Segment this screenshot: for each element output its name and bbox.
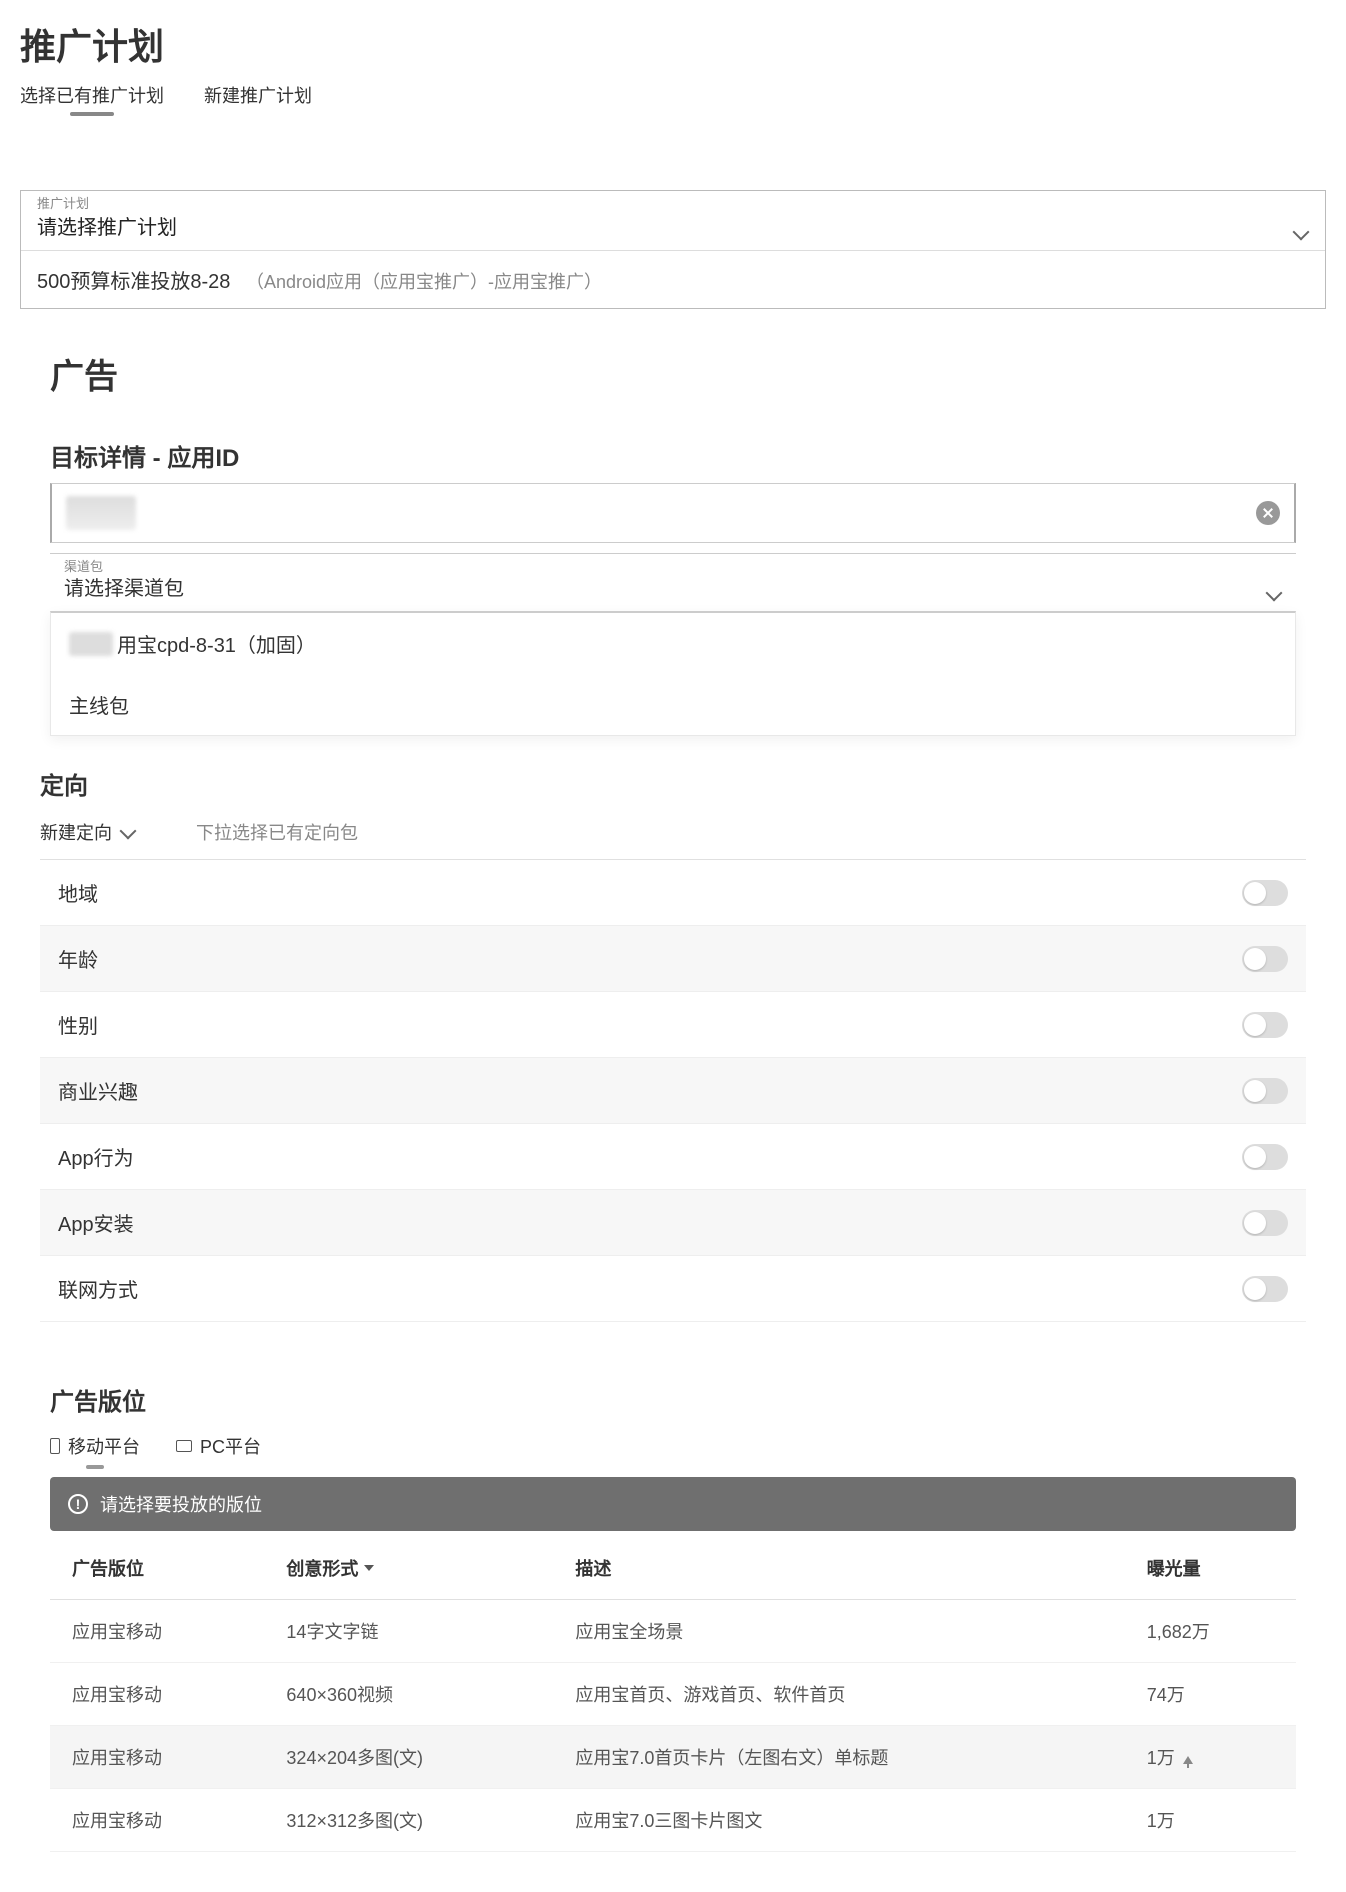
target-label: 年龄 [58, 944, 98, 973]
tab-existing-plan[interactable]: 选择已有推广计划 [20, 82, 164, 108]
cell-desc: 应用宝7.0三图卡片图文 [553, 1789, 1124, 1852]
cell-exposure: 1,682万 [1125, 1600, 1296, 1663]
ad-section-title: 广告 [50, 349, 1296, 398]
cell-slot: 应用宝移动 [50, 1600, 264, 1663]
chevron-down-icon [1295, 226, 1309, 240]
cell-exposure: 74万 [1125, 1663, 1296, 1726]
clear-button[interactable] [1256, 501, 1280, 525]
col-creative-label: 创意形式 [286, 1555, 358, 1581]
cell-creative: 324×204多图(文) [264, 1726, 553, 1789]
channel-label: 渠道包 [64, 556, 103, 575]
sort-down-icon [364, 1565, 374, 1571]
new-targeting-label: 新建定向 [40, 819, 112, 845]
platform-tab-label: PC平台 [200, 1433, 261, 1459]
plan-select-label: 推广计划 [37, 193, 89, 212]
table-row[interactable]: 应用宝移动 14字文字链 应用宝全场景 1,682万 [50, 1600, 1296, 1663]
target-row-age: 年龄 [40, 926, 1306, 992]
cell-slot: 应用宝移动 [50, 1789, 264, 1852]
info-icon: ! [68, 1494, 88, 1514]
col-creative[interactable]: 创意形式 [264, 1537, 553, 1600]
cell-creative: 640×360视频 [264, 1663, 553, 1726]
target-label: 性别 [58, 1010, 98, 1039]
up-arrow-icon [1183, 1756, 1193, 1764]
cell-slot: 应用宝移动 [50, 1663, 264, 1726]
toggle-app-behavior[interactable] [1242, 1144, 1288, 1170]
target-label: App行为 [58, 1142, 134, 1171]
plan-option[interactable]: 500预算标准投放8-28 （Android应用（应用宝推广）-应用宝推广） [21, 250, 1325, 308]
target-label: 联网方式 [58, 1274, 138, 1303]
cell-slot: 应用宝移动 [50, 1726, 264, 1789]
platform-tab-label: 移动平台 [68, 1433, 140, 1459]
channel-option-label: 用宝cpd-8-31（加固） [117, 629, 316, 658]
toggle-interest[interactable] [1242, 1078, 1288, 1104]
pc-icon [176, 1440, 192, 1452]
placements-title: 广告版位 [50, 1382, 1296, 1417]
app-id-value-blurred [66, 496, 136, 530]
toggle-gender[interactable] [1242, 1012, 1288, 1038]
cell-desc: 应用宝全场景 [553, 1600, 1124, 1663]
channel-value: 请选择渠道包 [64, 572, 184, 601]
targeting-hint: 下拉选择已有定向包 [196, 819, 358, 845]
channel-option-prefix-blurred [69, 632, 113, 656]
col-exposure: 曝光量 [1125, 1537, 1296, 1600]
table-row[interactable]: 应用宝移动 312×312多图(文) 应用宝7.0三图卡片图文 1万 [50, 1789, 1296, 1852]
mobile-icon [50, 1438, 60, 1454]
target-row-app-install: App安装 [40, 1190, 1306, 1256]
cell-creative: 14字文字链 [264, 1600, 553, 1663]
cell-exposure: 1万 [1125, 1789, 1296, 1852]
channel-option-1[interactable]: 主线包 [51, 674, 1295, 735]
plan-select-value: 请选择推广计划 [37, 211, 177, 240]
cell-desc: 应用宝7.0首页卡片（左图右文）单标题 [553, 1726, 1124, 1789]
platform-tab-mobile[interactable]: 移动平台 [50, 1433, 140, 1459]
placement-table: 广告版位 创意形式 描述 曝光量 应用宝移动 14字文字链 应用宝全场景 1,6… [50, 1537, 1296, 1852]
chevron-down-icon [1268, 587, 1282, 601]
page-title: 推广计划 [20, 0, 1326, 78]
target-row-region: 地域 [40, 860, 1306, 926]
plan-option-meta: （Android应用（应用宝推广）-应用宝推广） [246, 272, 602, 292]
target-row-interest: 商业兴趣 [40, 1058, 1306, 1124]
table-row[interactable]: 应用宝移动 640×360视频 应用宝首页、游戏首页、软件首页 74万 [50, 1663, 1296, 1726]
new-targeting-button[interactable]: 新建定向 [40, 819, 136, 845]
target-row-gender: 性别 [40, 992, 1306, 1058]
plan-option-name: 500预算标准投放8-28 [37, 271, 230, 293]
channel-option-label: 主线包 [69, 690, 129, 719]
toggle-app-install[interactable] [1242, 1210, 1288, 1236]
target-label: 地域 [58, 878, 98, 907]
placement-banner: ! 请选择要投放的版位 [50, 1477, 1296, 1531]
col-desc: 描述 [553, 1537, 1124, 1600]
cell-creative: 312×312多图(文) [264, 1789, 553, 1852]
tab-new-plan[interactable]: 新建推广计划 [204, 82, 312, 108]
app-id-input[interactable] [50, 483, 1296, 543]
banner-text: 请选择要投放的版位 [100, 1491, 262, 1517]
channel-dropdown: 用宝cpd-8-31（加固） 主线包 [50, 611, 1296, 736]
chevron-down-icon [122, 825, 136, 839]
target-label: 商业兴趣 [58, 1076, 138, 1105]
target-label: App安装 [58, 1208, 134, 1237]
target-row-network: 联网方式 [40, 1256, 1306, 1322]
table-row[interactable]: 应用宝移动 324×204多图(文) 应用宝7.0首页卡片（左图右文）单标题 1… [50, 1726, 1296, 1789]
channel-option-0[interactable]: 用宝cpd-8-31（加固） [51, 613, 1295, 674]
plan-select[interactable]: 推广计划 请选择推广计划 [21, 190, 1325, 250]
cell-exposure: 1万 [1125, 1726, 1296, 1789]
channel-select[interactable]: 渠道包 请选择渠道包 [50, 553, 1296, 611]
toggle-region[interactable] [1242, 880, 1288, 906]
target-row-app-behavior: App行为 [40, 1124, 1306, 1190]
toggle-network[interactable] [1242, 1276, 1288, 1302]
cell-desc: 应用宝首页、游戏首页、软件首页 [553, 1663, 1124, 1726]
toggle-age[interactable] [1242, 946, 1288, 972]
platform-tab-pc[interactable]: PC平台 [176, 1433, 261, 1459]
target-detail-title: 目标详情 - 应用ID [50, 438, 1296, 473]
col-slot: 广告版位 [50, 1537, 264, 1600]
targeting-title: 定向 [40, 766, 1306, 801]
